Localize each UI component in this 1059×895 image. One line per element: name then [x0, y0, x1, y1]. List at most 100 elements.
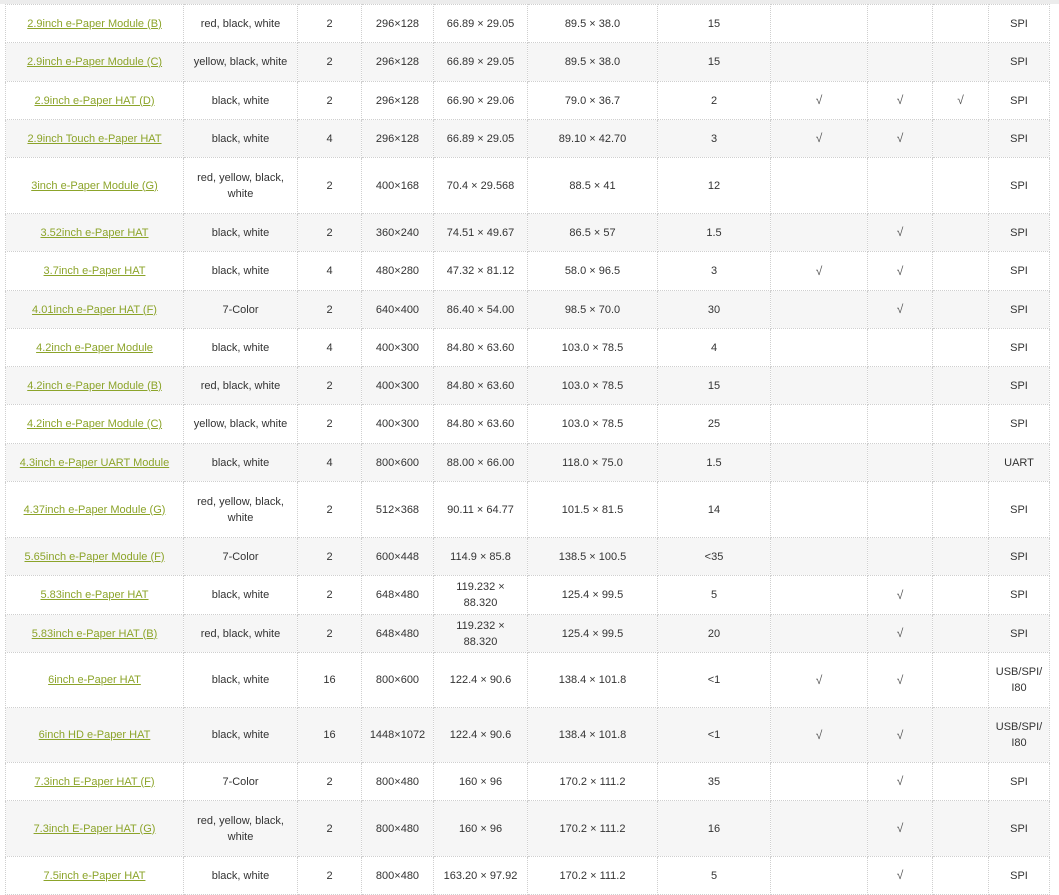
resolution-cell: 648×480 [361, 575, 434, 615]
product-link[interactable]: 2.9inch e-Paper HAT (D) [34, 95, 154, 107]
product-name-cell[interactable]: 7.5inch e-Paper HAT [5, 856, 184, 895]
product-name-cell[interactable]: 4.01inch e-Paper HAT (F) [5, 290, 184, 329]
interface-cell: SPI [988, 481, 1050, 538]
table-row: 4.2inch e-Paper Module (B) red, black, wh… [5, 366, 1050, 405]
partial-refresh-cell: √ [770, 81, 868, 120]
display-size-cell: 74.51 × 49.67 [433, 213, 528, 252]
product-link[interactable]: 3.52inch e-Paper HAT [40, 227, 148, 239]
product-link[interactable]: 4.37inch e-Paper Module (G) [24, 504, 166, 516]
outline-dimension-cell: 138.4 × 101.8 [527, 652, 658, 708]
product-link[interactable]: 4.2inch e-Paper Module [36, 342, 153, 354]
product-link[interactable]: 6inch e-Paper HAT [48, 674, 141, 686]
interface-cell: SPI [988, 213, 1050, 252]
check-mark-icon: √ [957, 93, 964, 107]
product-link[interactable]: 5.83inch e-Paper HAT (B) [32, 628, 158, 640]
interface-cell: SPI [988, 856, 1050, 895]
extra-feature-cell [932, 481, 989, 538]
product-link[interactable]: 7.3inch E-Paper HAT (F) [34, 776, 154, 788]
colors-cell: black, white [183, 119, 298, 158]
product-link[interactable]: 2.9inch e-Paper Module (B) [27, 18, 162, 30]
product-link[interactable]: 4.2inch e-Paper Module (C) [27, 418, 162, 430]
check-mark-icon: √ [815, 263, 823, 278]
check-mark-icon: √ [815, 672, 823, 687]
product-link[interactable]: 5.83inch e-Paper HAT [40, 589, 148, 601]
extra-feature-cell [932, 251, 989, 291]
outline-dimension-cell: 58.0 × 96.5 [527, 251, 658, 291]
refresh-time-cell: 15 [657, 42, 771, 82]
check-mark-icon: √ [896, 727, 904, 742]
product-name-cell[interactable]: 2.9inch e-Paper HAT (D) [5, 81, 184, 120]
product-name-cell[interactable]: 4.37inch e-Paper Module (G) [5, 481, 184, 538]
product-name-cell[interactable]: 3.52inch e-Paper HAT [5, 213, 184, 252]
product-link[interactable]: 4.2inch e-Paper Module (B) [27, 380, 162, 392]
product-link[interactable]: 2.9inch e-Paper Module (C) [27, 56, 162, 68]
display-size-cell: 122.4 × 90.6 [433, 652, 528, 708]
resolution-cell: 512×368 [361, 481, 434, 538]
table-row: 3.7inch e-Paper HAT black, white 4 480×280 4… [5, 251, 1050, 291]
product-link[interactable]: 5.65inch e-Paper Module (F) [24, 551, 164, 563]
product-link[interactable]: 7.5inch e-Paper HAT [44, 870, 146, 882]
grey-scale-cell: 2 [297, 856, 362, 895]
product-name-cell[interactable]: 2.9inch Touch e-Paper HAT [5, 119, 184, 158]
product-name-cell[interactable]: 4.2inch e-Paper Module [5, 328, 184, 367]
product-name-cell[interactable]: 6inch e-Paper HAT [5, 652, 184, 708]
product-name-cell[interactable]: 5.83inch e-Paper HAT (B) [5, 614, 184, 653]
product-name-cell[interactable]: 7.3inch E-Paper HAT (G) [5, 800, 184, 857]
outline-dimension-cell: 86.5 × 57 [527, 213, 658, 252]
product-name-cell[interactable]: 4.2inch e-Paper Module (B) [5, 366, 184, 405]
extra-feature-cell [932, 290, 989, 329]
resolution-cell: 800×600 [361, 652, 434, 708]
outline-dimension-cell: 79.0 × 36.7 [527, 81, 658, 120]
product-name-cell[interactable]: 2.9inch e-Paper Module (C) [5, 42, 184, 82]
table-row: 4.37inch e-Paper Module (G) red, yellow, … [5, 481, 1050, 538]
interface-cell: SPI [988, 119, 1050, 158]
colors-cell: black, white [183, 652, 298, 708]
interface-cell: SPI [988, 81, 1050, 120]
product-name-cell[interactable]: 4.3inch e-Paper UART Module [5, 443, 184, 482]
grey-scale-cell: 2 [297, 213, 362, 252]
four-grey-cell [867, 481, 933, 538]
grey-scale-cell: 2 [297, 157, 362, 214]
product-name-cell[interactable]: 7.3inch E-Paper HAT (F) [5, 762, 184, 801]
table-row: 7.5inch e-Paper HAT black, white 2 800×480 1… [5, 856, 1050, 895]
resolution-cell: 400×300 [361, 404, 434, 444]
product-name-cell[interactable]: 5.65inch e-Paper Module (F) [5, 537, 184, 576]
product-name-cell[interactable]: 2.9inch e-Paper Module (B) [5, 4, 184, 43]
product-link[interactable]: 4.3inch e-Paper UART Module [20, 457, 169, 469]
product-link[interactable]: 3.7inch e-Paper HAT [44, 265, 146, 277]
partial-refresh-cell [770, 366, 868, 405]
refresh-time-cell: <1 [657, 707, 771, 763]
refresh-time-cell: 35 [657, 762, 771, 801]
four-grey-cell: √ [867, 251, 933, 291]
product-name-cell[interactable]: 4.2inch e-Paper Module (C) [5, 404, 184, 444]
grey-scale-cell: 2 [297, 537, 362, 576]
display-size-cell: 88.00 × 66.00 [433, 443, 528, 482]
partial-refresh-cell [770, 290, 868, 329]
product-name-cell[interactable]: 3.7inch e-Paper HAT [5, 251, 184, 291]
product-link[interactable]: 6inch HD e-Paper HAT [39, 729, 151, 741]
table-row: 5.83inch e-Paper HAT (B) red, black, whit… [5, 614, 1050, 653]
product-link[interactable]: 2.9inch Touch e-Paper HAT [27, 133, 161, 145]
four-grey-cell [867, 4, 933, 43]
refresh-time-cell: 15 [657, 4, 771, 43]
resolution-cell: 400×168 [361, 157, 434, 214]
display-size-cell: 160 × 96 [433, 762, 528, 801]
four-grey-cell [867, 537, 933, 576]
resolution-cell: 296×128 [361, 81, 434, 120]
product-name-cell[interactable]: 5.83inch e-Paper HAT [5, 575, 184, 615]
spec-table-body: 2.9inch e-Paper Module (B) red, black, wh… [5, 4, 1050, 895]
product-name-cell[interactable]: 3inch e-Paper Module (G) [5, 157, 184, 214]
colors-cell: red, black, white [183, 366, 298, 405]
outline-dimension-cell: 138.4 × 101.8 [527, 707, 658, 763]
product-name-cell[interactable]: 6inch HD e-Paper HAT [5, 707, 184, 763]
product-link[interactable]: 3inch e-Paper Module (G) [31, 180, 158, 192]
interface-cell: SPI [988, 404, 1050, 444]
table-row: 2.9inch e-Paper Module (B) red, black, wh… [5, 4, 1050, 43]
resolution-cell: 800×600 [361, 443, 434, 482]
interface-cell: UART [988, 443, 1050, 482]
four-grey-cell: √ [867, 81, 933, 120]
interface-cell: SPI [988, 366, 1050, 405]
extra-feature-cell [932, 575, 989, 615]
product-link[interactable]: 7.3inch E-Paper HAT (G) [34, 823, 156, 835]
product-link[interactable]: 4.01inch e-Paper HAT (F) [32, 304, 157, 316]
